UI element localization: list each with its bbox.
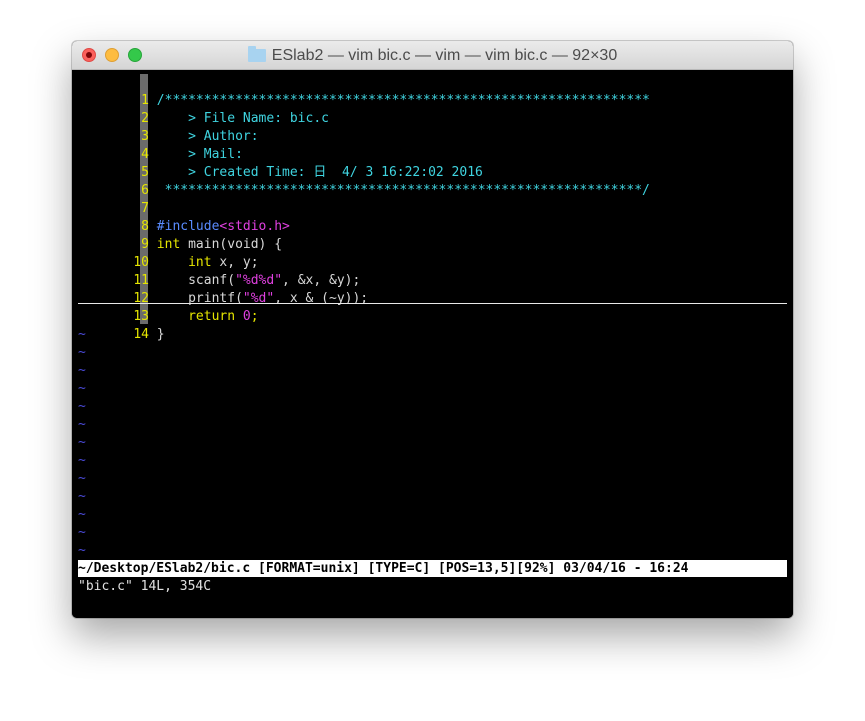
code-line[interactable]: 1 /*************************************… xyxy=(78,74,650,108)
code-line[interactable]: 5 > Created Time: 日 4/ 3 16:22:02 2016 xyxy=(78,146,483,180)
vim-editor[interactable]: 1 /*************************************… xyxy=(72,70,793,618)
window-title-container: ESlab2 — vim bic.c — vim — vim bic.c — 9… xyxy=(72,41,793,70)
code-line[interactable]: 10 int x, y; xyxy=(78,236,258,270)
vim-message-line[interactable]: "bic.c" 14L, 354C xyxy=(78,578,211,596)
comment-text: ****************************************… xyxy=(156,183,650,198)
code-line[interactable]: 2 > File Name: bic.c xyxy=(78,92,329,126)
empty-line-tilde: ~ xyxy=(78,363,86,378)
empty-line-tilde: ~ xyxy=(78,543,86,558)
code-line-current[interactable]: 13 return 0; xyxy=(78,290,258,324)
code-line[interactable]: 6 **************************************… xyxy=(78,164,650,198)
empty-line-tilde: ~ xyxy=(78,417,86,432)
folder-icon xyxy=(247,46,266,62)
empty-line-tilde: ~ xyxy=(78,399,86,414)
code-line[interactable]: 3 > Author: xyxy=(78,110,258,144)
code-line[interactable]: 7 xyxy=(78,182,157,216)
empty-line-tilde: ~ xyxy=(78,435,86,450)
vim-statusline: ~/Desktop/ESlab2/bic.c [FORMAT=unix] [TY… xyxy=(78,560,787,577)
empty-line-tilde: ~ xyxy=(78,453,86,468)
code-line[interactable]: 9 int main(void) { xyxy=(78,218,282,252)
terminal-window: ESlab2 — vim bic.c — vim — vim bic.c — 9… xyxy=(72,41,793,618)
window-title: ESlab2 — vim bic.c — vim — vim bic.c — 9… xyxy=(271,46,618,64)
code-text: } xyxy=(156,327,165,342)
code-line[interactable]: 11 scanf("%d%d", &x, &y); xyxy=(78,254,360,288)
code-line[interactable]: 14 } xyxy=(78,308,164,342)
code-line[interactable]: 4 > Mail: xyxy=(78,128,243,162)
empty-line-tilde: ~ xyxy=(78,381,86,396)
code-line[interactable]: 8 #include<stdio.h> xyxy=(78,200,290,234)
empty-line-tilde: ~ xyxy=(78,345,86,360)
code-line[interactable]: 12 printf("%d", x & (~y)); xyxy=(78,272,368,306)
empty-line-tilde: ~ xyxy=(78,327,86,342)
title-bar[interactable]: ESlab2 — vim bic.c — vim — vim bic.c — 9… xyxy=(72,41,793,70)
line-number: 14 xyxy=(133,327,149,342)
empty-line-tilde: ~ xyxy=(78,489,86,504)
return-keyword: return xyxy=(188,309,236,324)
empty-line-tilde: ~ xyxy=(78,525,86,540)
empty-line-tilde: ~ xyxy=(78,471,86,486)
code-text: ; xyxy=(250,309,259,324)
number-literal: 0 xyxy=(242,309,251,324)
empty-line-tilde: ~ xyxy=(78,507,86,522)
cursorline-underline xyxy=(78,303,787,304)
